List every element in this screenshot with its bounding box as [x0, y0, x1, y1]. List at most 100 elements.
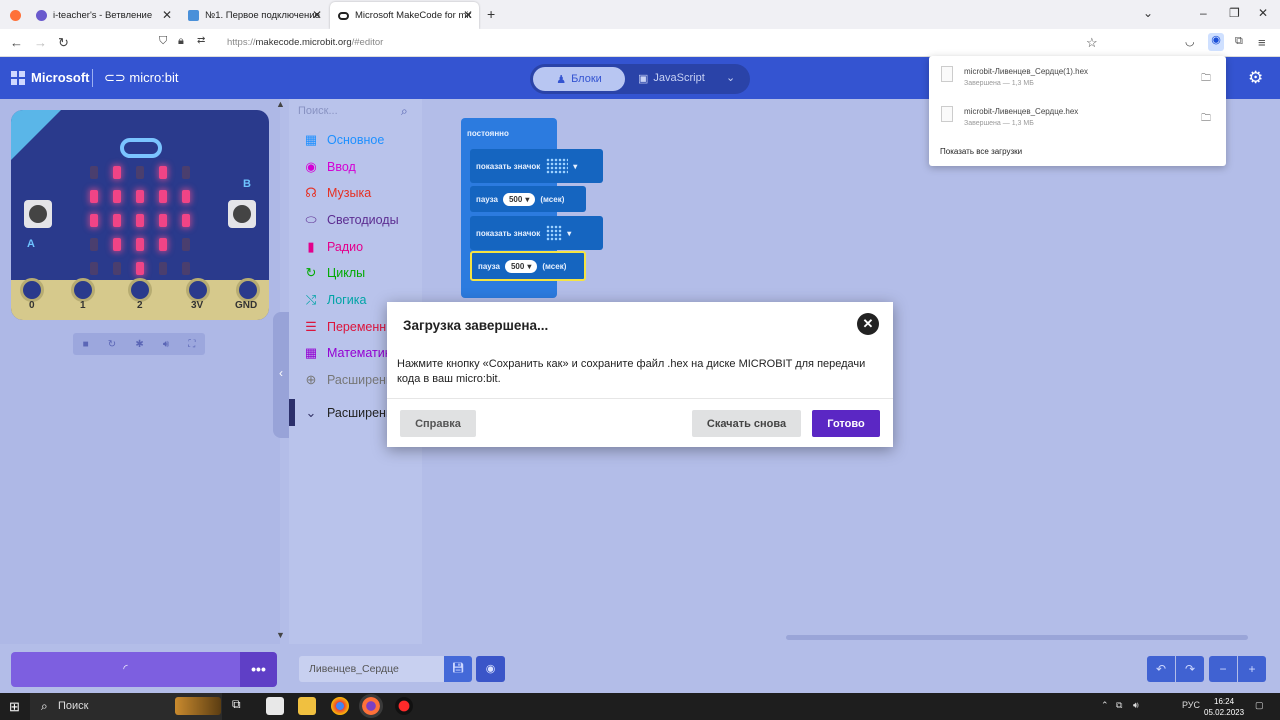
address-bar[interactable]: https://makecode.microbit.org/#editor	[227, 37, 383, 48]
task-view-icon[interactable]: ⧉	[232, 697, 250, 715]
close-icon[interactable]: ✕	[312, 8, 322, 22]
small-heart-icon[interactable]	[546, 225, 563, 241]
pin-0[interactable]	[20, 278, 44, 302]
chevron-down-icon[interactable]: ▾	[567, 229, 571, 238]
gear-icon[interactable]: ⚙	[1248, 68, 1263, 88]
shield-icon[interactable]: ⛉	[159, 35, 167, 48]
blocks-mode-button[interactable]: ♟ Блоки	[533, 67, 625, 91]
downloads-icon[interactable]: ◉	[1208, 33, 1224, 51]
close-icon[interactable]: ✕	[162, 8, 172, 22]
tab-makecode[interactable]: Microsoft MakeCode for micro: ✕	[330, 2, 479, 29]
pause-block-selected[interactable]: пауза 500 ▾ (мсек)	[470, 251, 586, 281]
reload-icon[interactable]: ↻	[58, 35, 69, 51]
network-icon[interactable]: ⧉	[1116, 700, 1122, 711]
mute-icon[interactable]: 🔊︎	[163, 339, 169, 350]
folder-icon[interactable]: 🗀	[1201, 71, 1211, 88]
stop-icon[interactable]: ■	[83, 339, 89, 350]
pin-gnd[interactable]	[236, 278, 260, 302]
zoom-out-icon[interactable]: −	[1209, 656, 1237, 682]
github-icon[interactable]: ◉	[476, 656, 505, 682]
clock[interactable]: 16:24 05.02.2023	[1204, 696, 1244, 718]
toolbox-category[interactable]: ▦ Основное	[289, 126, 422, 153]
pin-2[interactable]	[128, 278, 152, 302]
folder-icon[interactable]: 🗀	[1201, 111, 1211, 128]
language-indicator[interactable]: РУС	[1182, 700, 1200, 710]
touch-logo[interactable]	[120, 138, 162, 158]
undo-icon[interactable]: ↶	[1147, 656, 1175, 682]
show-icon-block[interactable]: показать значок ▾	[470, 216, 603, 250]
workspace-scrollbar[interactable]	[786, 635, 1248, 640]
led-matrix	[90, 166, 200, 276]
tab-first-connection[interactable]: №1. Первое подключение! — ✕	[180, 2, 328, 29]
chevron-down-icon[interactable]: ⌄	[726, 71, 735, 84]
tab-list-icon[interactable]: ⌄	[1143, 6, 1153, 20]
microbit-logo[interactable]: ⊂⊃ micro:bit	[104, 70, 179, 86]
pin-3v[interactable]	[186, 278, 210, 302]
chrome-icon[interactable]	[331, 697, 349, 715]
forward-icon[interactable]: →	[34, 35, 47, 50]
butterfly-widget-icon[interactable]	[175, 697, 221, 715]
done-button[interactable]: Готово	[812, 410, 880, 437]
zoom-in-icon[interactable]: +	[1238, 656, 1266, 682]
volume-icon[interactable]: 🔊︎	[1133, 700, 1139, 711]
pause-block[interactable]: пауза 500 ▾ (мсек)	[470, 186, 586, 212]
chevron-down-icon[interactable]: ▾	[573, 162, 577, 171]
toolbox-category[interactable]: ⬭ Светодиоды	[289, 206, 422, 233]
extensions-icon[interactable]: ⧉	[1235, 35, 1243, 48]
file-icon	[941, 66, 953, 82]
toolbox-search[interactable]: Поиск... ⌕	[289, 99, 422, 125]
file-app-icon[interactable]	[266, 697, 284, 715]
back-icon[interactable]: ←	[10, 35, 23, 50]
scroll-up-icon[interactable]: ▲	[276, 99, 285, 109]
close-icon[interactable]: ✕	[857, 313, 879, 335]
redo-icon[interactable]: ↷	[1176, 656, 1204, 682]
restore-icon[interactable]: ❐	[1229, 6, 1240, 20]
led	[136, 214, 144, 227]
tab-iteacher[interactable]: i-teacher's - Ветвление ✕	[28, 2, 178, 29]
minimize-icon[interactable]: –	[1200, 6, 1207, 20]
permissions-icon[interactable]: ⇄	[197, 35, 205, 46]
firefox-menu[interactable]	[2, 2, 26, 29]
scroll-down-icon[interactable]: ▼	[276, 630, 285, 640]
firefox-icon[interactable]	[359, 694, 383, 718]
heart-icon[interactable]	[546, 158, 569, 174]
button-b[interactable]	[228, 200, 256, 228]
save-icon[interactable]: 💾︎	[444, 656, 472, 682]
download-again-button[interactable]: Скачать снова	[692, 410, 801, 437]
toolbox-category[interactable]: ↻ Циклы	[289, 259, 422, 286]
debug-icon[interactable]: ✱	[135, 339, 143, 350]
pause-value-input[interactable]: 500 ▾	[502, 192, 536, 206]
project-name-input[interactable]: Ливенцев_Сердце	[299, 656, 444, 682]
toolbox-category[interactable]: ☊ Музыка	[289, 179, 422, 206]
help-button[interactable]: Справка	[400, 410, 476, 437]
pause-value-input[interactable]: 500 ▾	[504, 259, 538, 273]
toolbox-category[interactable]: ▮ Радио	[289, 233, 422, 260]
new-tab-icon[interactable]: +	[487, 6, 495, 22]
menu-icon[interactable]: ≡	[1258, 35, 1266, 50]
more-options-icon[interactable]: •••	[240, 652, 277, 687]
explorer-icon[interactable]	[298, 697, 316, 715]
button-a[interactable]	[24, 200, 52, 228]
bookmark-star-icon[interactable]: ☆	[1086, 35, 1098, 51]
download-item[interactable]: microbit-Ливенцев_Сердце(1).hex Завершен…	[929, 58, 1226, 96]
recorder-icon[interactable]	[395, 697, 413, 715]
javascript-mode-button[interactable]: ▣ JavaScript	[638, 72, 705, 85]
pocket-icon[interactable]: ◡	[1185, 35, 1195, 48]
lock-icon[interactable]: 🔒︎	[178, 35, 184, 48]
download-button[interactable]: ◜	[11, 652, 240, 687]
download-item[interactable]: microbit-Ливенцев_Сердце.hex Завершена —…	[929, 98, 1226, 136]
collapse-simulator-button[interactable]: ‹	[273, 312, 289, 438]
show-icon-block[interactable]: показать значок ▾	[470, 149, 603, 183]
close-icon[interactable]: ✕	[463, 8, 473, 22]
pin-1[interactable]	[71, 278, 95, 302]
windows-start-icon[interactable]: ⊞	[9, 699, 20, 715]
search-input[interactable]: Поиск...	[298, 105, 338, 117]
fullscreen-icon[interactable]: ⛶	[188, 339, 195, 350]
show-all-downloads-link[interactable]: Показать все загрузки	[940, 147, 1022, 156]
toolbox-category[interactable]: ◉ Ввод	[289, 153, 422, 180]
window-close-icon[interactable]: ✕	[1258, 6, 1268, 20]
notifications-icon[interactable]: ▢	[1255, 700, 1264, 711]
search-icon[interactable]: ⌕	[401, 104, 408, 119]
restart-icon[interactable]: ↻	[108, 339, 116, 350]
chevron-up-icon[interactable]: ⌃	[1101, 700, 1109, 711]
